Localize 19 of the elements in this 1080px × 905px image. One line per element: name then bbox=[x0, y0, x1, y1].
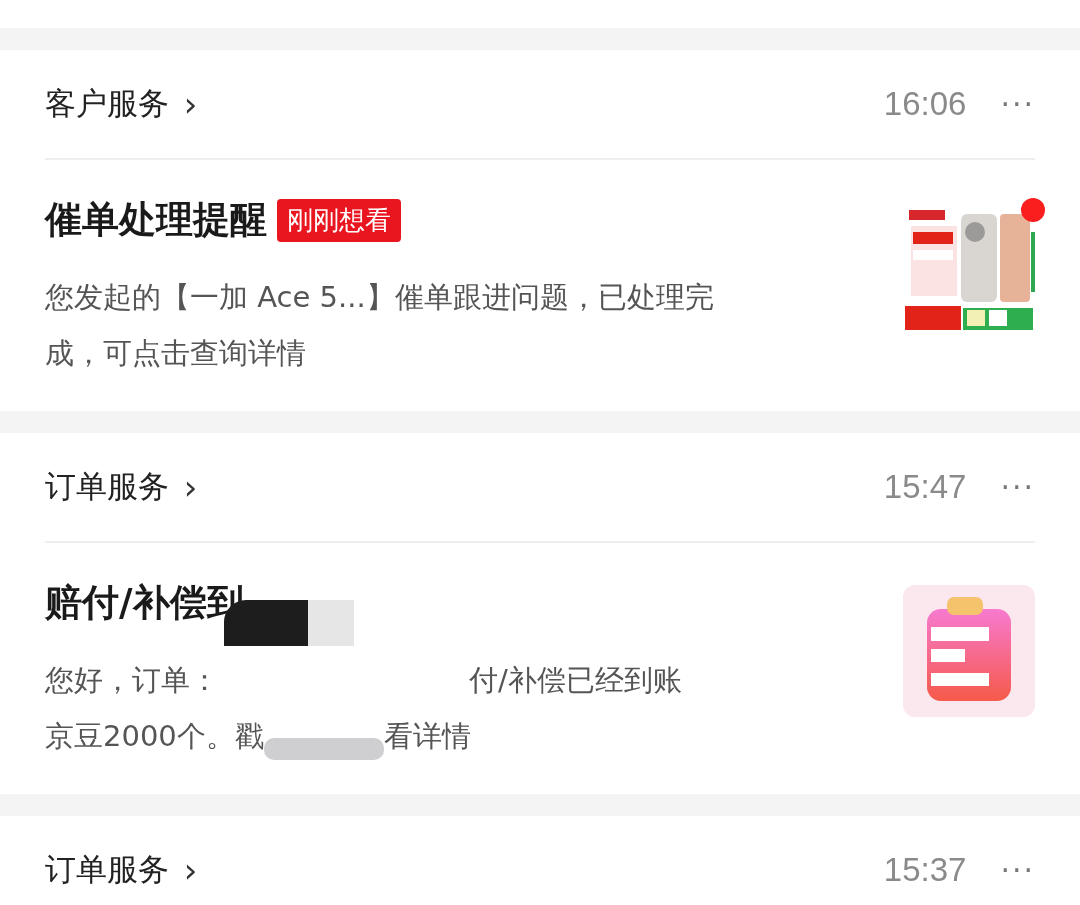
message-text: 成，可点击查询详情 bbox=[45, 335, 306, 372]
message-item[interactable]: 催单处理提醒 刚刚想看 您发起的【一加 Ace 5...】催单跟进问题，已处理完 成，可点击查询详情 bbox=[45, 160, 1045, 411]
message-title: 催单处理提醒 bbox=[45, 197, 267, 243]
clipboard-icon bbox=[903, 585, 1035, 717]
message-text: 您发起的【一加 Ace 5...】催单跟进问题，已处理完 bbox=[45, 279, 714, 316]
message-time: 15:37 bbox=[883, 851, 967, 889]
section-link[interactable]: 订单服务 › bbox=[45, 849, 198, 891]
message-time: 16:06 bbox=[883, 85, 967, 123]
message-text: 看详情 bbox=[383, 718, 471, 755]
message-text: 您好，订单： bbox=[45, 662, 219, 699]
more-button[interactable]: ··· bbox=[1000, 469, 1035, 505]
section-link[interactable]: 订单服务 › bbox=[45, 466, 198, 508]
more-button[interactable]: ··· bbox=[1000, 852, 1035, 888]
more-button[interactable]: ··· bbox=[1000, 86, 1035, 122]
message-text: 付/补偿已经到账 bbox=[469, 662, 682, 699]
section-link[interactable]: 客户服务 › bbox=[45, 83, 198, 125]
message-text: 京豆2000个。戳 bbox=[45, 718, 264, 755]
message-time: 15:47 bbox=[883, 468, 967, 506]
status-badge: 刚刚想看 bbox=[277, 198, 401, 242]
